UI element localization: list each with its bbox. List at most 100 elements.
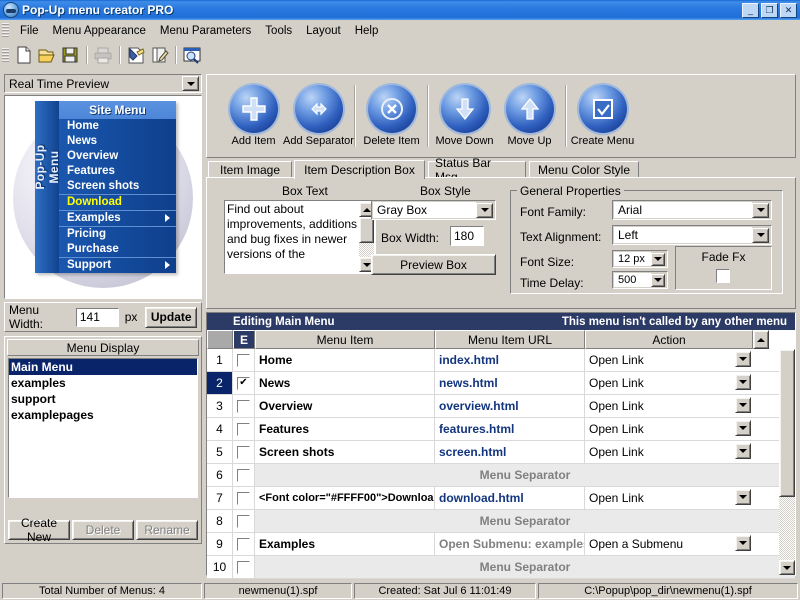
enabled-checkbox[interactable] [237, 514, 250, 528]
preview-box-button[interactable]: Preview Box [371, 254, 496, 275]
table-row[interactable]: 7 <Font color="#FFFF00">Downloa download… [207, 487, 795, 510]
grid-scroll-up-button[interactable] [753, 330, 769, 349]
popup-item-features[interactable]: Features [59, 164, 176, 179]
list-item-examplepages[interactable]: examplepages [9, 407, 197, 423]
row-action-chevron-down-icon[interactable] [735, 420, 751, 436]
grid-scroll-track[interactable] [779, 497, 795, 560]
table-row[interactable]: 1 Home index.html Open Link [207, 349, 795, 372]
table-row[interactable]: 6 Menu Separator [207, 464, 795, 487]
popup-item-pricing[interactable]: Pricing [59, 226, 176, 242]
row-enabled-cell[interactable] [233, 395, 255, 417]
menu-file[interactable]: File [13, 23, 46, 39]
enabled-checkbox[interactable] [237, 491, 250, 505]
row-action-chevron-down-icon[interactable] [735, 374, 751, 390]
row-action[interactable]: Open a Submenu [585, 533, 753, 555]
table-row[interactable]: 9 Examples Open Submenu: examples Open a… [207, 533, 795, 556]
column-header-rownum[interactable] [207, 330, 233, 349]
list-item-support[interactable]: support [9, 391, 197, 407]
box-style-chevron-down-icon[interactable] [476, 202, 493, 218]
menu-display-list[interactable]: Main Menu examples support examplepages [8, 358, 198, 498]
create-new-button[interactable]: Create New [8, 516, 70, 544]
edit-write-icon[interactable] [148, 44, 170, 66]
fade-fx-checkbox[interactable] [716, 269, 730, 283]
row-menu-item[interactable]: Overview [255, 395, 435, 417]
row-menu-item[interactable]: <Font color="#FFFF00">Downloa [255, 487, 435, 509]
row-url[interactable]: Open Submenu: examples [435, 533, 585, 555]
close-button[interactable]: ✕ [780, 2, 797, 18]
open-folder-icon[interactable] [36, 44, 58, 66]
menu-help[interactable]: Help [348, 23, 386, 39]
update-button[interactable]: Update [145, 306, 197, 328]
table-row[interactable]: 2 ✔ News news.html Open Link [207, 372, 795, 395]
row-enabled-cell[interactable]: ✔ [233, 372, 255, 394]
table-row[interactable]: 8 Menu Separator [207, 510, 795, 533]
row-action-chevron-down-icon[interactable] [735, 489, 751, 505]
tab-item-description-box[interactable]: Item Description Box [294, 160, 425, 179]
menu-menu-parameters[interactable]: Menu Parameters [153, 23, 258, 39]
row-enabled-cell[interactable] [233, 349, 255, 371]
menu-layout[interactable]: Layout [299, 23, 348, 39]
delete-item-button[interactable]: Delete Item [359, 85, 424, 147]
row-action[interactable]: Open Link [585, 418, 753, 440]
row-menu-item[interactable]: Examples [255, 533, 435, 555]
preview-search-icon[interactable] [181, 44, 203, 66]
table-row[interactable]: 10 Menu Separator [207, 556, 795, 579]
popup-item-purchase[interactable]: Purchase [59, 242, 176, 257]
row-menu-item[interactable]: Home [255, 349, 435, 371]
maximize-button[interactable]: ❐ [761, 2, 778, 18]
popup-item-home[interactable]: Home [59, 119, 176, 134]
enabled-checkbox[interactable] [237, 445, 250, 459]
row-url[interactable]: features.html [435, 418, 585, 440]
box-text-area[interactable]: Find out about improvements, additions a… [224, 200, 376, 274]
text-alignment-chevron-down-icon[interactable] [752, 227, 769, 243]
row-action-chevron-down-icon[interactable] [735, 397, 751, 413]
row-action[interactable]: Open Link [585, 349, 753, 371]
add-item-button[interactable]: Add Item [221, 85, 286, 147]
row-action[interactable]: Open Link [585, 372, 753, 394]
enabled-checkbox[interactable] [237, 353, 250, 367]
popup-item-examples[interactable]: Examples [59, 210, 176, 226]
row-enabled-cell[interactable] [233, 441, 255, 463]
grid-scroll-thumb[interactable] [779, 349, 795, 497]
new-document-icon[interactable] [13, 44, 35, 66]
scroll-thumb[interactable] [359, 217, 374, 243]
paint-format-icon[interactable] [125, 44, 147, 66]
row-url[interactable]: news.html [435, 372, 585, 394]
enabled-checkbox[interactable]: ✔ [237, 376, 250, 390]
popup-item-download[interactable]: Download [59, 194, 176, 210]
row-enabled-cell[interactable] [233, 533, 255, 555]
font-size-chevron-down-icon[interactable] [651, 252, 665, 266]
row-url[interactable]: screen.html [435, 441, 585, 463]
time-delay-select[interactable]: 500 [612, 271, 668, 289]
tab-item-image[interactable]: Item Image [208, 161, 292, 178]
menu-menu-appearance[interactable]: Menu Appearance [46, 23, 153, 39]
row-url[interactable]: overview.html [435, 395, 585, 417]
save-disk-icon[interactable] [59, 44, 81, 66]
popup-item-support[interactable]: Support [59, 257, 176, 273]
row-action[interactable]: Open Link [585, 395, 753, 417]
table-row[interactable]: 5 Screen shots screen.html Open Link [207, 441, 795, 464]
popup-item-news[interactable]: News [59, 134, 176, 149]
column-header-enabled[interactable]: E [233, 330, 255, 349]
enabled-checkbox[interactable] [237, 560, 250, 574]
menubar-grip[interactable] [2, 23, 9, 38]
row-menu-item[interactable]: Screen shots [255, 441, 435, 463]
add-separator-button[interactable]: Add Separator [283, 85, 354, 147]
popup-item-overview[interactable]: Overview [59, 149, 176, 164]
enabled-checkbox[interactable] [237, 422, 250, 436]
grid-scroll-down-button[interactable] [779, 560, 795, 575]
column-header-menu-item-url[interactable]: Menu Item URL [435, 330, 585, 349]
row-action-chevron-down-icon[interactable] [735, 535, 751, 551]
tab-menu-color-style[interactable]: Menu Color Style [529, 161, 639, 178]
enabled-checkbox[interactable] [237, 468, 250, 482]
create-menu-button[interactable]: Create Menu [570, 85, 635, 147]
popup-item-screen-shots[interactable]: Screen shots [59, 179, 176, 194]
row-enabled-cell[interactable] [233, 487, 255, 509]
grid-scrollbar[interactable] [779, 349, 795, 575]
row-enabled-cell[interactable] [233, 464, 255, 486]
menu-width-input[interactable]: 141 [75, 307, 119, 327]
row-enabled-cell[interactable] [233, 418, 255, 440]
column-header-menu-item[interactable]: Menu Item [255, 330, 435, 349]
table-row[interactable]: 3 Overview overview.html Open Link [207, 395, 795, 418]
tab-status-bar-msg[interactable]: Status Bar Msg. [428, 156, 526, 184]
